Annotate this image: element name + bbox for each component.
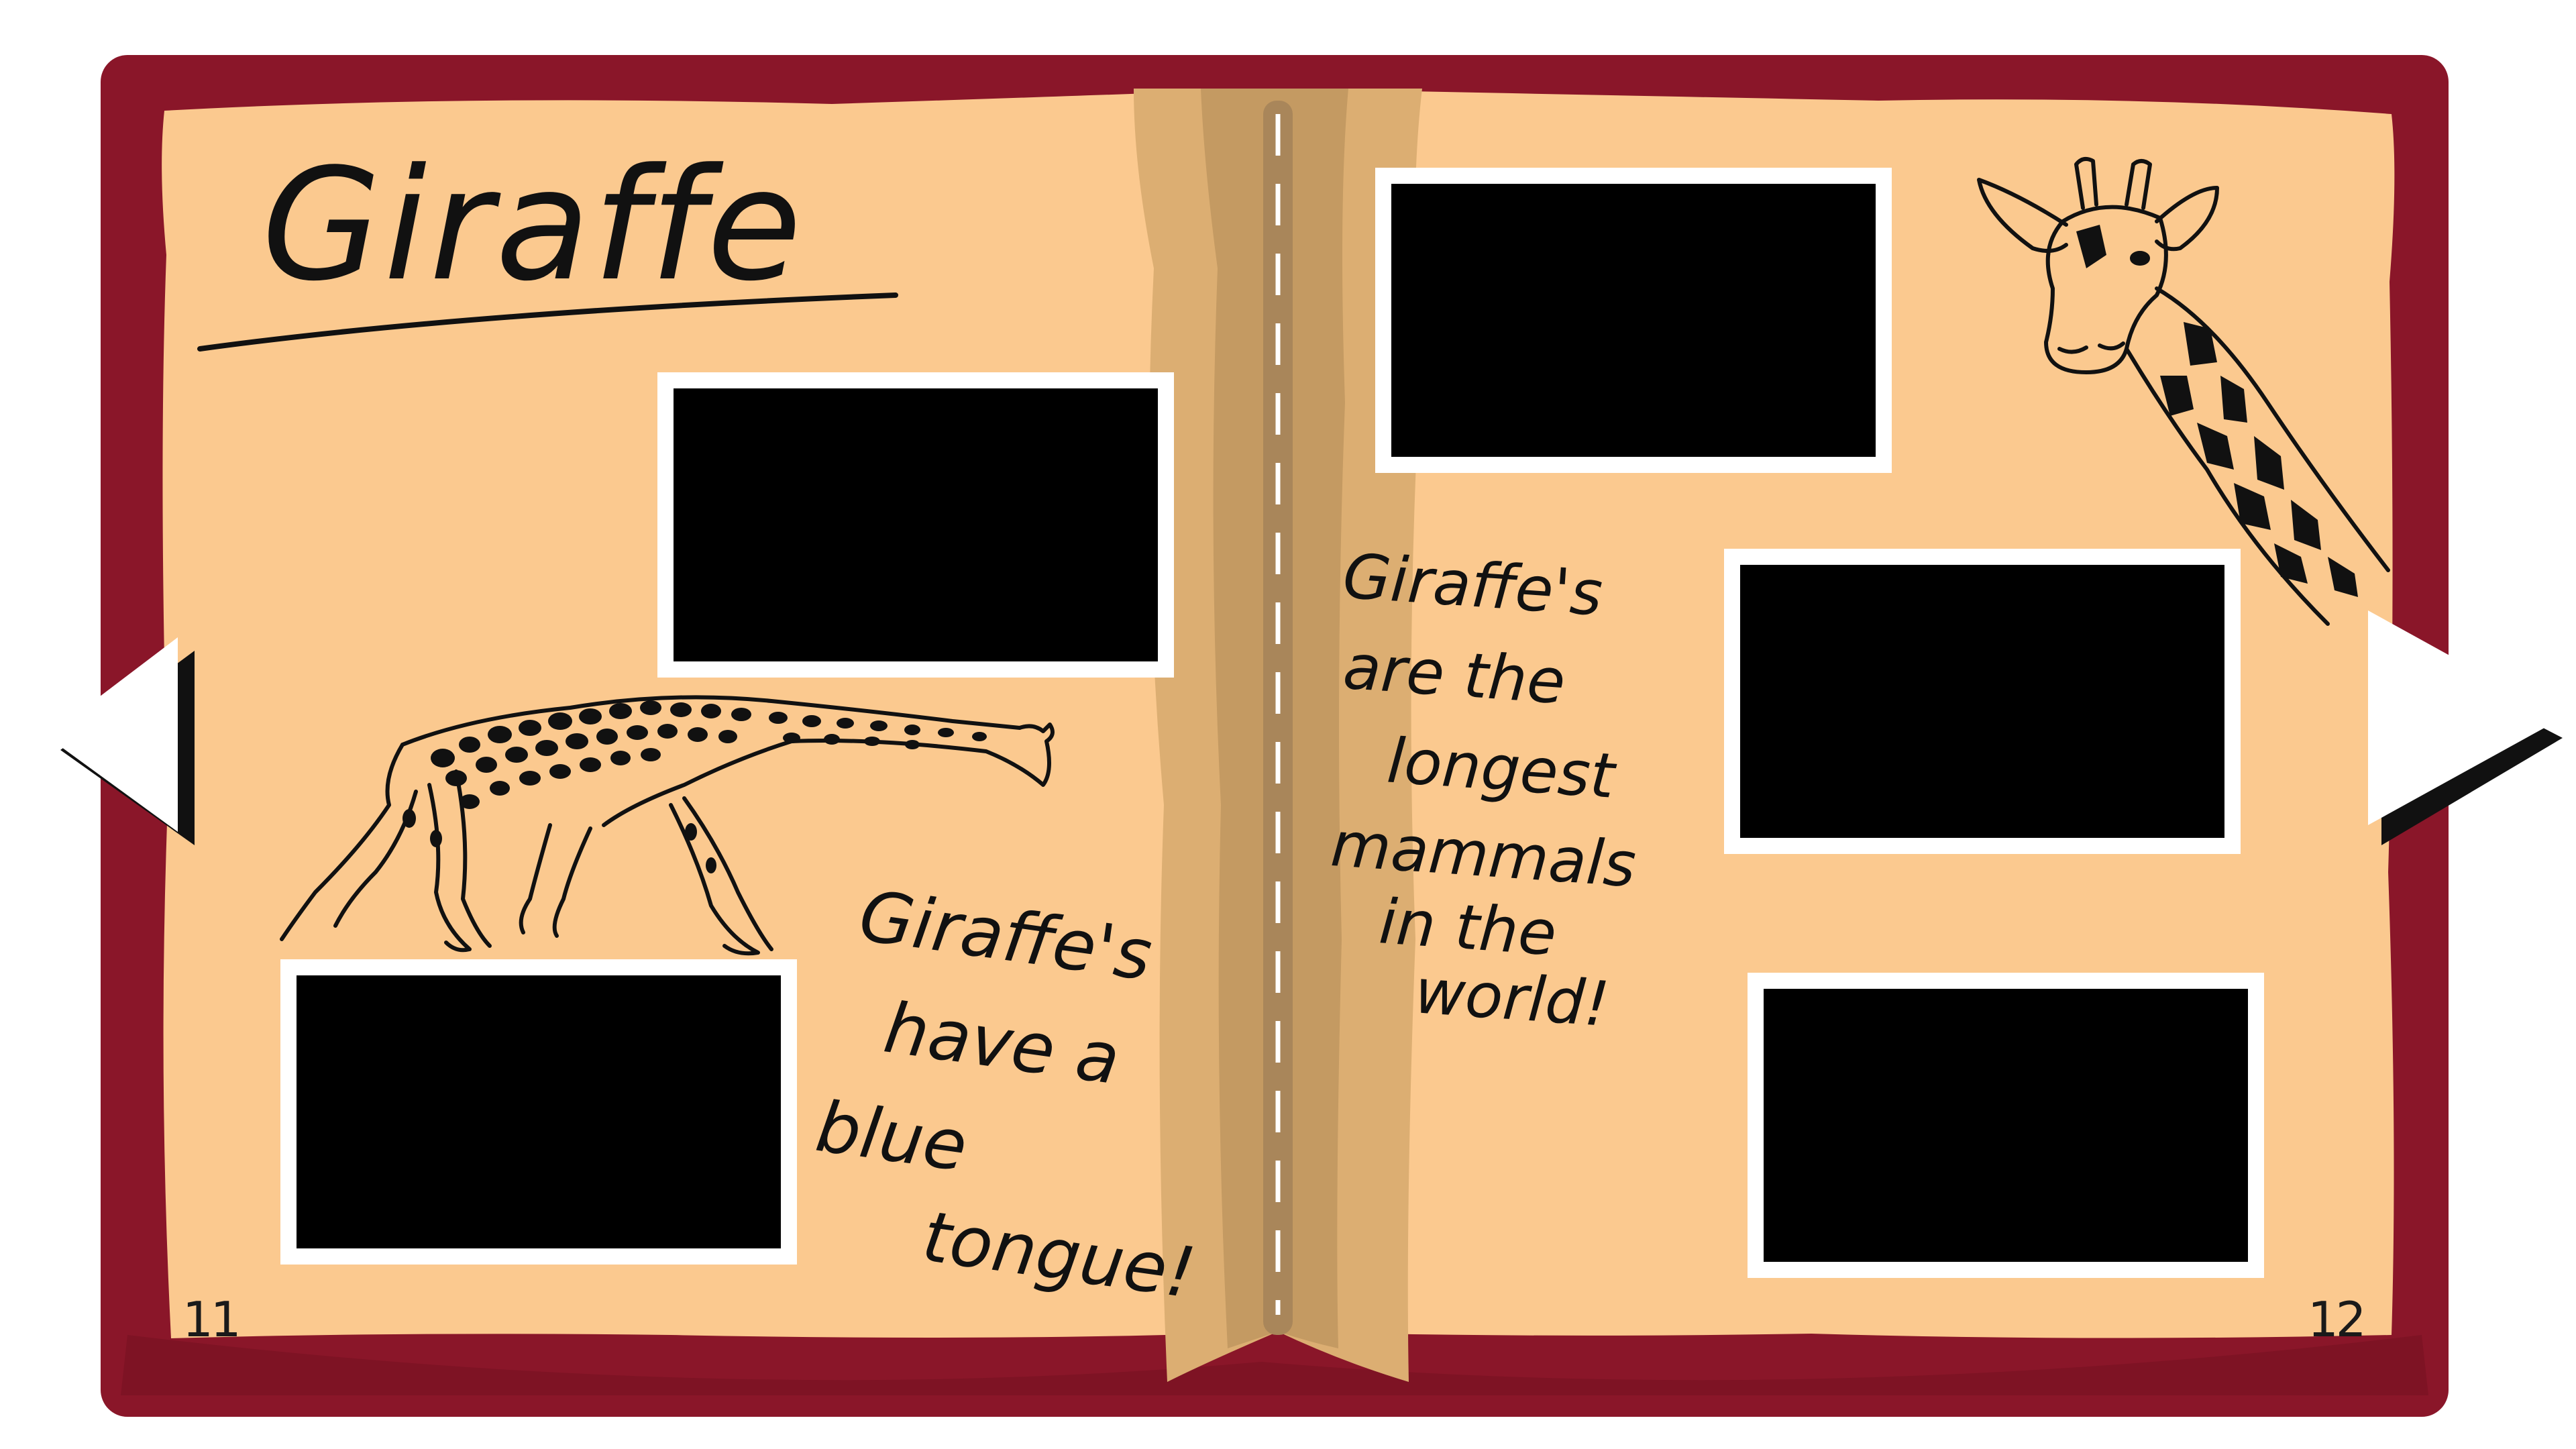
right-page-number: 12 xyxy=(2308,1291,2367,1348)
next-page-button[interactable] xyxy=(2361,604,2576,859)
photo-slot-right-bottom[interactable] xyxy=(1748,973,2264,1278)
photo-slot-left-top[interactable] xyxy=(657,372,1174,678)
photo-slot-left-bottom[interactable] xyxy=(280,959,797,1265)
right-fact-line-5: in the xyxy=(1377,885,1559,969)
triangle-left-icon xyxy=(47,637,195,845)
photo-slot-right-top[interactable] xyxy=(1375,168,1892,473)
triangle-right-icon xyxy=(2368,610,2563,845)
photo-slot-right-middle[interactable] xyxy=(1724,549,2241,854)
left-page-number: 11 xyxy=(182,1291,241,1348)
previous-page-button[interactable] xyxy=(40,631,208,872)
page-title: Giraffe xyxy=(262,136,804,315)
right-fact-line-6: world! xyxy=(1413,955,1612,1040)
scrapbook-scene: Giraffe Giraffe's have a blue tongue! Gi… xyxy=(0,0,2576,1449)
